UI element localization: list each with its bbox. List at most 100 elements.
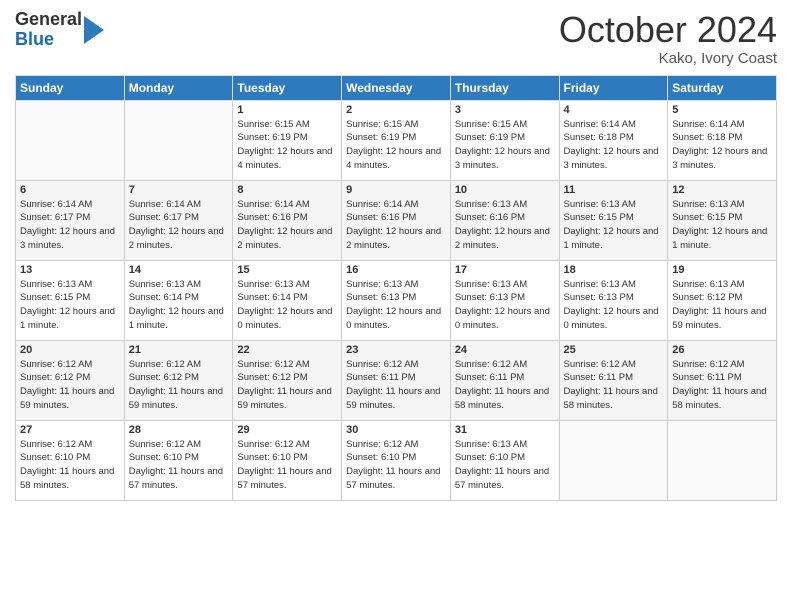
week-row-4: 20 Sunrise: 6:12 AMSunset: 6:12 PMDayligh… bbox=[16, 340, 777, 420]
calendar-cell: 26 Sunrise: 6:12 AMSunset: 6:11 PMDayligh… bbox=[668, 340, 777, 420]
week-row-5: 27 Sunrise: 6:12 AMSunset: 6:10 PMDayligh… bbox=[16, 420, 777, 500]
day-number: 28 bbox=[129, 424, 229, 436]
calendar-cell: 14 Sunrise: 6:13 AMSunset: 6:14 PMDayligh… bbox=[124, 260, 233, 340]
day-number: 15 bbox=[237, 264, 337, 276]
week-row-1: 1 Sunrise: 6:15 AMSunset: 6:19 PMDaylight… bbox=[16, 100, 777, 180]
day-number: 10 bbox=[455, 184, 555, 196]
calendar-cell: 4 Sunrise: 6:14 AMSunset: 6:18 PMDaylight… bbox=[559, 100, 668, 180]
day-number: 27 bbox=[20, 424, 120, 436]
calendar-cell: 17 Sunrise: 6:13 AMSunset: 6:13 PMDayligh… bbox=[450, 260, 559, 340]
calendar-cell bbox=[124, 100, 233, 180]
day-info: Sunrise: 6:14 AMSunset: 6:16 PMDaylight:… bbox=[237, 198, 337, 253]
day-number: 4 bbox=[564, 104, 664, 116]
calendar-cell: 3 Sunrise: 6:15 AMSunset: 6:19 PMDaylight… bbox=[450, 100, 559, 180]
calendar-cell: 22Sunrise: 6:12 AMSunset: 6:12 PMDayligh… bbox=[233, 340, 342, 420]
calendar-cell: 8Sunrise: 6:14 AMSunset: 6:16 PMDaylight… bbox=[233, 180, 342, 260]
week-row-3: 13 Sunrise: 6:13 AMSunset: 6:15 PMDayligh… bbox=[16, 260, 777, 340]
calendar-cell: 20 Sunrise: 6:12 AMSunset: 6:12 PMDayligh… bbox=[16, 340, 125, 420]
day-info: Sunrise: 6:14 AMSunset: 6:18 PMDaylight:… bbox=[672, 118, 772, 173]
logo-text: General Blue bbox=[15, 10, 82, 50]
day-number: 16 bbox=[346, 264, 446, 276]
day-header-wednesday: Wednesday bbox=[342, 75, 451, 100]
day-number: 19 bbox=[672, 264, 772, 276]
day-number: 11 bbox=[564, 184, 664, 196]
calendar-cell: 15 Sunrise: 6:13 AMSunset: 6:14 PMDayligh… bbox=[233, 260, 342, 340]
day-number: 18 bbox=[564, 264, 664, 276]
day-number: 25 bbox=[564, 344, 664, 356]
day-number: 30 bbox=[346, 424, 446, 436]
day-number: 2 bbox=[346, 104, 446, 116]
location: Kako, Ivory Coast bbox=[559, 50, 777, 67]
title-block: October 2024 Kako, Ivory Coast bbox=[559, 10, 777, 67]
day-info: Sunrise: 6:12 AMSunset: 6:12 PMDaylight:… bbox=[129, 358, 229, 413]
day-info: Sunrise: 6:13 AMSunset: 6:13 PMDaylight:… bbox=[455, 278, 555, 333]
day-info: Sunrise: 6:15 AMSunset: 6:19 PMDaylight:… bbox=[237, 118, 337, 173]
day-info: Sunrise: 6:13 AMSunset: 6:15 PMDaylight:… bbox=[672, 198, 772, 253]
day-info: Sunrise: 6:13 AMSunset: 6:13 PMDaylight:… bbox=[564, 278, 664, 333]
day-info: Sunrise: 6:13 AMSunset: 6:15 PMDaylight:… bbox=[20, 278, 120, 333]
day-number: 21 bbox=[129, 344, 229, 356]
calendar-cell: 28 Sunrise: 6:12 AMSunset: 6:10 PMDayligh… bbox=[124, 420, 233, 500]
day-info: Sunrise: 6:12 AMSunset: 6:10 PMDaylight:… bbox=[237, 438, 337, 493]
day-number: 17 bbox=[455, 264, 555, 276]
calendar-cell: 9Sunrise: 6:14 AMSunset: 6:16 PMDaylight… bbox=[342, 180, 451, 260]
day-number: 12 bbox=[672, 184, 772, 196]
calendar-cell: 30Sunrise: 6:12 AMSunset: 6:10 PMDayligh… bbox=[342, 420, 451, 500]
logo-blue: Blue bbox=[15, 29, 54, 49]
header: General Blue October 2024 Kako, Ivory Co… bbox=[15, 10, 777, 67]
day-info: Sunrise: 6:12 AMSunset: 6:11 PMDaylight:… bbox=[672, 358, 772, 413]
calendar-cell bbox=[16, 100, 125, 180]
calendar-cell: 16 Sunrise: 6:13 AMSunset: 6:13 PMDayligh… bbox=[342, 260, 451, 340]
day-info: Sunrise: 6:13 AMSunset: 6:12 PMDaylight:… bbox=[672, 278, 772, 333]
day-info: Sunrise: 6:12 AMSunset: 6:10 PMDaylight:… bbox=[129, 438, 229, 493]
day-number: 3 bbox=[455, 104, 555, 116]
day-info: Sunrise: 6:15 AMSunset: 6:19 PMDaylight:… bbox=[346, 118, 446, 173]
logo-general: General bbox=[15, 9, 82, 29]
calendar-cell: 7 Sunrise: 6:14 AMSunset: 6:17 PMDaylight… bbox=[124, 180, 233, 260]
day-number: 14 bbox=[129, 264, 229, 276]
day-info: Sunrise: 6:12 AMSunset: 6:12 PMDaylight:… bbox=[20, 358, 120, 413]
calendar-table: SundayMondayTuesdayWednesdayThursdayFrid… bbox=[15, 75, 777, 501]
day-info: Sunrise: 6:13 AMSunset: 6:10 PMDaylight:… bbox=[455, 438, 555, 493]
day-info: Sunrise: 6:13 AMSunset: 6:13 PMDaylight:… bbox=[346, 278, 446, 333]
day-number: 26 bbox=[672, 344, 772, 356]
day-info: Sunrise: 6:12 AMSunset: 6:11 PMDaylight:… bbox=[346, 358, 446, 413]
day-number: 5 bbox=[672, 104, 772, 116]
calendar-cell: 1 Sunrise: 6:15 AMSunset: 6:19 PMDaylight… bbox=[233, 100, 342, 180]
day-info: Sunrise: 6:15 AMSunset: 6:19 PMDaylight:… bbox=[455, 118, 555, 173]
day-number: 1 bbox=[237, 104, 337, 116]
calendar-page: General Blue October 2024 Kako, Ivory Co… bbox=[0, 0, 792, 612]
day-number: 13 bbox=[20, 264, 120, 276]
logo: General Blue bbox=[15, 10, 104, 50]
calendar-cell: 19 Sunrise: 6:13 AMSunset: 6:12 PMDayligh… bbox=[668, 260, 777, 340]
calendar-cell: 11 Sunrise: 6:13 AMSunset: 6:15 PMDayligh… bbox=[559, 180, 668, 260]
calendar-cell: 31 Sunrise: 6:13 AMSunset: 6:10 PMDayligh… bbox=[450, 420, 559, 500]
day-info: Sunrise: 6:13 AMSunset: 6:14 PMDaylight:… bbox=[237, 278, 337, 333]
calendar-cell: 25Sunrise: 6:12 AMSunset: 6:11 PMDayligh… bbox=[559, 340, 668, 420]
day-header-saturday: Saturday bbox=[668, 75, 777, 100]
day-number: 23 bbox=[346, 344, 446, 356]
calendar-cell: 12 Sunrise: 6:13 AMSunset: 6:15 PMDayligh… bbox=[668, 180, 777, 260]
day-info: Sunrise: 6:14 AMSunset: 6:18 PMDaylight:… bbox=[564, 118, 664, 173]
calendar-cell: 18 Sunrise: 6:13 AMSunset: 6:13 PMDayligh… bbox=[559, 260, 668, 340]
day-header-monday: Monday bbox=[124, 75, 233, 100]
calendar-cell: 29 Sunrise: 6:12 AMSunset: 6:10 PMDayligh… bbox=[233, 420, 342, 500]
day-info: Sunrise: 6:14 AMSunset: 6:17 PMDaylight:… bbox=[20, 198, 120, 253]
day-number: 20 bbox=[20, 344, 120, 356]
day-info: Sunrise: 6:13 AMSunset: 6:16 PMDaylight:… bbox=[455, 198, 555, 253]
day-info: Sunrise: 6:14 AMSunset: 6:17 PMDaylight:… bbox=[129, 198, 229, 253]
month-title: October 2024 bbox=[559, 10, 777, 50]
day-number: 7 bbox=[129, 184, 229, 196]
day-number: 24 bbox=[455, 344, 555, 356]
day-info: Sunrise: 6:13 AMSunset: 6:14 PMDaylight:… bbox=[129, 278, 229, 333]
day-number: 22 bbox=[237, 344, 337, 356]
logo-icon bbox=[84, 16, 104, 44]
calendar-cell: 2 Sunrise: 6:15 AMSunset: 6:19 PMDaylight… bbox=[342, 100, 451, 180]
day-number: 29 bbox=[237, 424, 337, 436]
calendar-cell: 23 Sunrise: 6:12 AMSunset: 6:11 PMDayligh… bbox=[342, 340, 451, 420]
day-number: 31 bbox=[455, 424, 555, 436]
day-header-thursday: Thursday bbox=[450, 75, 559, 100]
day-info: Sunrise: 6:13 AMSunset: 6:15 PMDaylight:… bbox=[564, 198, 664, 253]
day-number: 9 bbox=[346, 184, 446, 196]
day-header-tuesday: Tuesday bbox=[233, 75, 342, 100]
